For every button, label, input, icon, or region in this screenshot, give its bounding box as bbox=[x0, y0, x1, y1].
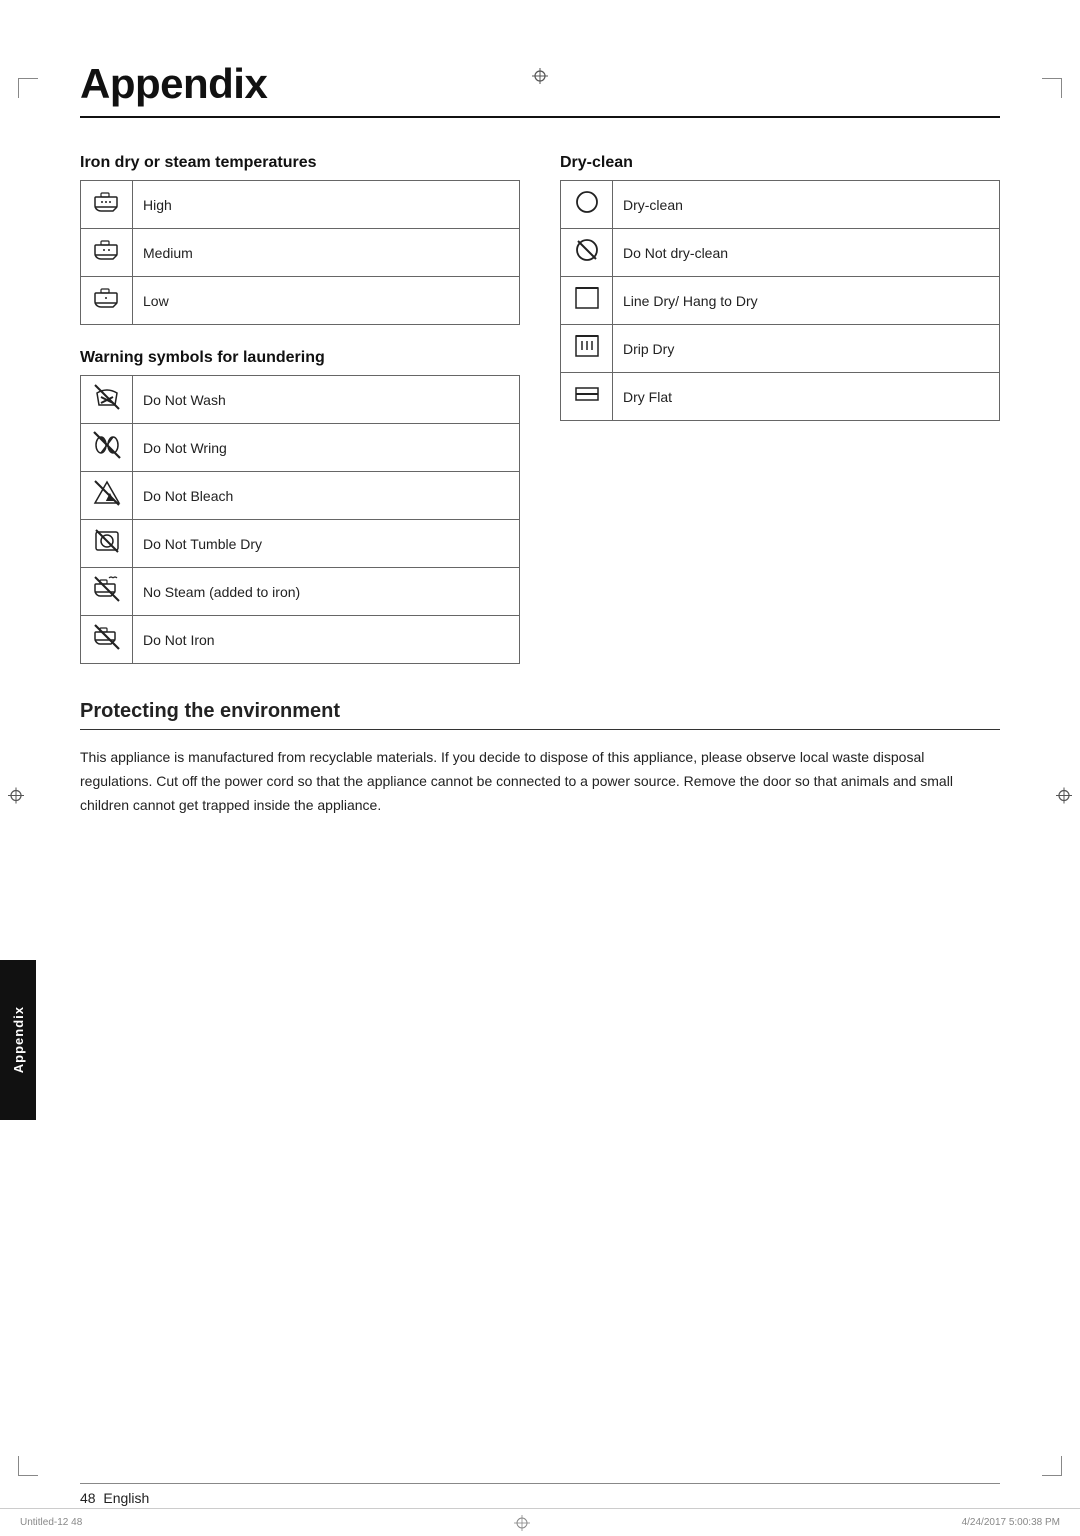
do-not-bleach-label: Do Not Bleach bbox=[133, 472, 520, 520]
side-tab: Appendix bbox=[0, 960, 36, 1120]
reg-mark-left bbox=[8, 788, 24, 809]
iron-section-heading: Iron dry or steam temperatures bbox=[80, 154, 520, 172]
table-row: Do Not Wring bbox=[81, 424, 520, 472]
dry-clean-table: Dry-clean Do Not dry-clean bbox=[560, 180, 1000, 421]
table-row: Dry-clean bbox=[561, 181, 1000, 229]
do-not-wash-icon bbox=[81, 376, 133, 424]
do-not-bleach-icon: ▲ bbox=[81, 472, 133, 520]
line-dry-label: Line Dry/ Hang to Dry bbox=[613, 277, 1000, 325]
corner-mark-br bbox=[1042, 1456, 1062, 1476]
dry-flat-label: Dry Flat bbox=[613, 373, 1000, 421]
bottom-bar: Untitled-12 48 4/24/2017 5:00:38 PM bbox=[0, 1508, 1080, 1536]
table-row: Medium bbox=[81, 229, 520, 277]
iron-medium-label: Medium bbox=[133, 229, 520, 277]
table-row: Do Not dry-clean bbox=[561, 229, 1000, 277]
no-steam-label: No Steam (added to iron) bbox=[133, 568, 520, 616]
reg-mark-top bbox=[532, 68, 548, 89]
do-not-tumble-dry-label: Do Not Tumble Dry bbox=[133, 520, 520, 568]
table-row: Do Not Wash bbox=[81, 376, 520, 424]
iron-low-label: Low bbox=[133, 277, 520, 325]
table-row: Do Not Tumble Dry bbox=[81, 520, 520, 568]
environment-heading: Protecting the environment bbox=[80, 700, 1000, 723]
do-not-dry-clean-label: Do Not dry-clean bbox=[613, 229, 1000, 277]
title-divider bbox=[80, 116, 1000, 118]
dry-clean-icon bbox=[561, 181, 613, 229]
left-table-section: Iron dry or steam temperatures bbox=[80, 154, 520, 664]
right-table-section: Dry-clean Dry-clean bbox=[560, 154, 1000, 664]
do-not-iron-label: Do Not Iron bbox=[133, 616, 520, 664]
footer: 48 English bbox=[80, 1483, 1000, 1506]
corner-mark-tl bbox=[18, 78, 38, 98]
dry-clean-section-heading: Dry-clean bbox=[560, 154, 1000, 172]
environment-section: Protecting the environment This applianc… bbox=[80, 700, 1000, 817]
table-row: High bbox=[81, 181, 520, 229]
environment-text: This appliance is manufactured from recy… bbox=[80, 746, 1000, 817]
table-row: Dry Flat bbox=[561, 373, 1000, 421]
do-not-tumble-dry-icon bbox=[81, 520, 133, 568]
corner-mark-tr bbox=[1042, 78, 1062, 98]
table-row: No Steam (added to iron) bbox=[81, 568, 520, 616]
tables-row: Iron dry or steam temperatures bbox=[80, 154, 1000, 664]
footer-content: 48 English bbox=[80, 1490, 1000, 1506]
iron-table: High bbox=[80, 180, 520, 325]
iron-high-icon bbox=[81, 181, 133, 229]
environment-divider bbox=[80, 729, 1000, 730]
iron-high-label: High bbox=[133, 181, 520, 229]
table-row: Drip Dry bbox=[561, 325, 1000, 373]
warning-section-heading: Warning symbols for laundering bbox=[80, 349, 520, 367]
reg-mark-bottom bbox=[514, 1515, 530, 1531]
corner-mark-bl bbox=[18, 1456, 38, 1476]
dry-flat-icon bbox=[561, 373, 613, 421]
iron-low-icon bbox=[81, 277, 133, 325]
table-row: ▲ Do Not Bleach bbox=[81, 472, 520, 520]
table-row: Line Dry/ Hang to Dry bbox=[561, 277, 1000, 325]
bottom-date-info: 4/24/2017 5:00:38 PM bbox=[962, 1517, 1060, 1528]
footer-page: 48 English bbox=[80, 1490, 149, 1506]
warning-table: Do Not Wash bbox=[80, 375, 520, 664]
footer-line bbox=[80, 1483, 1000, 1484]
bottom-file-info: Untitled-12 48 bbox=[20, 1517, 82, 1528]
table-row: Do Not Iron bbox=[81, 616, 520, 664]
do-not-wring-icon bbox=[81, 424, 133, 472]
page-content: Appendix Iron dry or steam temperatures bbox=[80, 60, 1000, 817]
drip-dry-label: Drip Dry bbox=[613, 325, 1000, 373]
spacer bbox=[80, 325, 520, 349]
line-dry-icon bbox=[561, 277, 613, 325]
iron-medium-icon bbox=[81, 229, 133, 277]
table-row: Low bbox=[81, 277, 520, 325]
dry-clean-label: Dry-clean bbox=[613, 181, 1000, 229]
side-tab-label: Appendix bbox=[11, 1006, 26, 1073]
do-not-wring-label: Do Not Wring bbox=[133, 424, 520, 472]
do-not-wash-label: Do Not Wash bbox=[133, 376, 520, 424]
do-not-iron-icon bbox=[81, 616, 133, 664]
drip-dry-icon bbox=[561, 325, 613, 373]
reg-mark-right bbox=[1056, 788, 1072, 809]
do-not-dry-clean-icon bbox=[561, 229, 613, 277]
no-steam-icon bbox=[81, 568, 133, 616]
